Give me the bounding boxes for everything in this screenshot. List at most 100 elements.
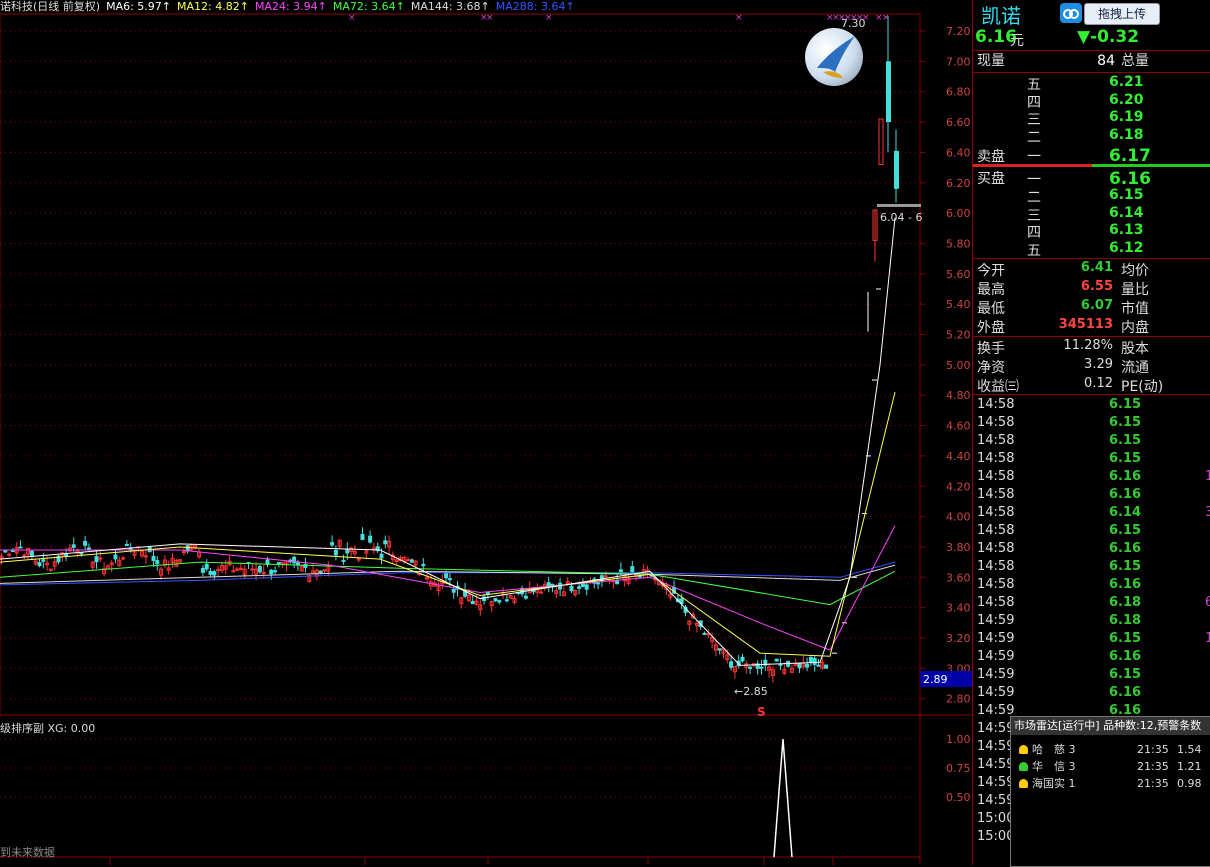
tick-volume: 6 xyxy=(1205,595,1210,610)
sub-tick-label: 1.00 xyxy=(946,733,971,746)
tick-row[interactable]: 14:58 6.15 xyxy=(973,432,1210,450)
candle-body xyxy=(231,570,236,573)
kline-chart[interactable]: 7.20 7.00 6.80 6.60 6.40 6.20 6.00 5.80 5.60 5.40… xyxy=(0,0,972,865)
tick-time: 14:58 xyxy=(977,541,1015,556)
signal-marker: × xyxy=(862,13,870,23)
candle-body xyxy=(10,550,15,553)
tick-row[interactable]: 14:58 6.18 6 xyxy=(973,594,1210,612)
fund-label-right: 流通 xyxy=(1121,360,1149,376)
candle-body xyxy=(702,632,707,635)
tick-price: 6.16 xyxy=(1109,487,1142,502)
upload-button[interactable]: 拖拽上传 xyxy=(1084,3,1160,25)
sell-price: 6.20 xyxy=(1109,91,1144,108)
candle-body xyxy=(808,656,813,663)
price-tick-label: 6.40 xyxy=(946,146,971,159)
candle-body xyxy=(421,563,426,567)
signal-marker: × xyxy=(348,13,356,23)
candle-body xyxy=(94,556,99,563)
bell-icon xyxy=(1019,779,1028,788)
stat-label-right: 量比 xyxy=(1121,282,1149,298)
tick-price: 6.15 xyxy=(1109,397,1142,412)
candle-body xyxy=(493,598,498,602)
tick-row[interactable]: 14:58 6.15 xyxy=(973,450,1210,468)
fund-value: 3.29 xyxy=(1084,357,1113,372)
candle-body xyxy=(580,583,585,587)
price-tick-label: 6.80 xyxy=(946,86,971,99)
tick-time: 14:59 xyxy=(977,667,1015,682)
candle-body xyxy=(539,591,544,594)
cloud-upload-icon[interactable] xyxy=(1060,3,1082,23)
tick-price: 6.15 xyxy=(1109,631,1142,646)
price-tick-label: 6.60 xyxy=(946,116,971,129)
bell-icon xyxy=(1019,762,1028,771)
tick-time: 14:59 xyxy=(977,775,1015,790)
tick-time: 14:59 xyxy=(977,721,1015,736)
tick-time: 14:58 xyxy=(977,415,1015,430)
tick-price: 6.18 xyxy=(1109,595,1142,610)
candle-body xyxy=(64,553,69,557)
ma-legend-item: MA12: 4.82↑ xyxy=(177,0,249,13)
candle-body xyxy=(113,554,118,560)
radar-title[interactable]: 市场雷达[运行中] 品种数:12,预警条数 xyxy=(1011,717,1210,735)
candle-body xyxy=(121,557,126,560)
price-tick-label: 5.00 xyxy=(946,359,971,372)
buy-price: 6.12 xyxy=(1109,240,1144,256)
stat-value: 6.07 xyxy=(1080,298,1113,313)
tick-time: 15:00 xyxy=(977,829,1015,844)
tick-row[interactable]: 14:58 6.15 xyxy=(973,558,1210,576)
price-tick-label: 5.20 xyxy=(946,329,971,342)
candle-body xyxy=(29,550,34,557)
radar-stock-name: 海国实 1 xyxy=(1032,777,1076,790)
tick-price: 6.15 xyxy=(1109,433,1142,448)
tick-price: 6.16 xyxy=(1109,541,1142,556)
signal-marker: × xyxy=(486,13,494,23)
fund-value: 0.12 xyxy=(1084,376,1113,391)
candle-body xyxy=(208,571,213,575)
sell-price: 6.21 xyxy=(1109,74,1144,90)
tick-row[interactable]: 14:58 6.15 xyxy=(973,396,1210,414)
signal-marker: × xyxy=(735,13,743,23)
tick-row[interactable]: 14:58 6.14 3 xyxy=(973,504,1210,522)
buy-level-label: 二 xyxy=(1027,190,1041,206)
tick-row[interactable]: 14:59 6.16 xyxy=(973,684,1210,702)
market-radar-window[interactable]: 市场雷达[运行中] 品种数:12,预警条数 哈 慈 3 21:35 1.54 华 信 … xyxy=(1010,716,1210,867)
radar-item[interactable]: 海国实 1 21:35 0.98 xyxy=(1011,775,1210,792)
candle-body xyxy=(812,657,817,665)
tick-time: 14:58 xyxy=(977,595,1015,610)
candle-body xyxy=(86,547,91,550)
tick-row[interactable]: 14:58 6.16 xyxy=(973,486,1210,504)
ma-legend-item: MA24: 3.94↑ xyxy=(254,0,327,13)
buy-level-label: 五 xyxy=(1027,243,1041,259)
tick-price: 6.15 xyxy=(1109,523,1142,538)
candle-body xyxy=(759,666,764,669)
tick-volume: 3 xyxy=(1205,505,1210,520)
tick-row[interactable]: 14:59 6.15 xyxy=(973,666,1210,684)
radar-item[interactable]: 哈 慈 3 21:35 1.54 xyxy=(1011,741,1210,758)
price-tick-label: 3.40 xyxy=(946,602,971,615)
candle-body xyxy=(79,552,84,555)
candle-body xyxy=(740,656,745,662)
candle-body xyxy=(778,663,783,666)
candle-body xyxy=(368,535,373,543)
candle-body xyxy=(345,549,350,554)
tick-row[interactable]: 14:59 6.15 1 xyxy=(973,630,1210,648)
price-tick-label: 5.40 xyxy=(946,298,971,311)
tick-row[interactable]: 14:58 6.16 1 xyxy=(973,468,1210,486)
tick-row[interactable]: 14:58 6.16 xyxy=(973,540,1210,558)
tick-time: 14:59 xyxy=(977,613,1015,628)
candle-body xyxy=(569,585,574,592)
tick-row[interactable]: 14:58 6.15 xyxy=(973,414,1210,432)
candle-body xyxy=(603,575,608,578)
xg-spike-line xyxy=(773,738,793,858)
ma-legend-item: MA144: 3.68↑ xyxy=(410,0,490,13)
tick-row[interactable]: 14:59 6.16 xyxy=(973,648,1210,666)
tick-time: 14:58 xyxy=(977,433,1015,448)
tick-row[interactable]: 14:59 6.18 xyxy=(973,612,1210,630)
low-annotation: ←2.85 xyxy=(734,685,768,698)
tick-row[interactable]: 14:58 6.15 xyxy=(973,522,1210,540)
radar-item[interactable]: 华 信 3 21:35 1.21 xyxy=(1011,758,1210,775)
tick-row[interactable]: 14:58 6.16 xyxy=(973,576,1210,594)
ma-legend-item: MA288: 3.64↑ xyxy=(495,0,575,13)
bird-logo-icon xyxy=(805,28,863,86)
fund-label: 换手 xyxy=(977,341,1005,357)
